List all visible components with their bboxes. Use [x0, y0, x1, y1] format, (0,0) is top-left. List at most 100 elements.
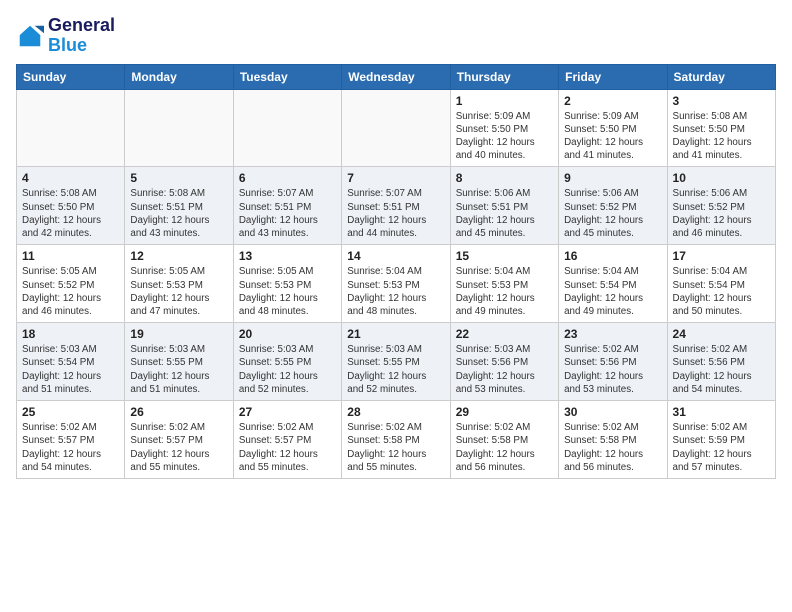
weekday-header-wednesday: Wednesday [342, 64, 450, 89]
calendar-cell: 12 Sunrise: 5:05 AM Sunset: 5:53 PM Dayli… [125, 245, 233, 323]
day-info: Sunrise: 5:02 AM Sunset: 5:57 PM Dayligh… [130, 421, 227, 474]
day-number: 26 [130, 405, 227, 419]
calendar-cell: 13 Sunrise: 5:05 AM Sunset: 5:53 PM Dayli… [233, 245, 341, 323]
day-number: 6 [239, 171, 336, 185]
calendar-cell: 1 Sunrise: 5:09 AM Sunset: 5:50 PM Daylig… [450, 89, 558, 167]
day-number: 5 [130, 171, 227, 185]
calendar-cell: 5 Sunrise: 5:08 AM Sunset: 5:51 PM Daylig… [125, 167, 233, 245]
calendar-table: SundayMondayTuesdayWednesdayThursdayFrid… [16, 64, 776, 479]
calendar-cell: 30Sunrise: 5:02 AM Sunset: 5:58 PM Dayli… [559, 401, 667, 479]
weekday-header-monday: Monday [125, 64, 233, 89]
day-info: Sunrise: 5:04 AM Sunset: 5:53 PM Dayligh… [347, 265, 444, 318]
day-number: 10 [673, 171, 770, 185]
day-info: Sunrise: 5:03 AM Sunset: 5:55 PM Dayligh… [347, 343, 444, 396]
day-info: Sunrise: 5:02 AM Sunset: 5:56 PM Dayligh… [673, 343, 770, 396]
day-info: Sunrise: 5:08 AM Sunset: 5:51 PM Dayligh… [130, 187, 227, 240]
weekday-header-saturday: Saturday [667, 64, 775, 89]
day-number: 29 [456, 405, 553, 419]
calendar-cell [125, 89, 233, 167]
day-number: 13 [239, 249, 336, 263]
day-info: Sunrise: 5:04 AM Sunset: 5:54 PM Dayligh… [564, 265, 661, 318]
day-number: 22 [456, 327, 553, 341]
page-header: General Blue [16, 16, 776, 56]
logo-general: General [48, 16, 115, 36]
day-number: 3 [673, 94, 770, 108]
day-number: 8 [456, 171, 553, 185]
day-number: 7 [347, 171, 444, 185]
day-info: Sunrise: 5:02 AM Sunset: 5:59 PM Dayligh… [673, 421, 770, 474]
calendar-body: 1 Sunrise: 5:09 AM Sunset: 5:50 PM Daylig… [17, 89, 776, 478]
day-info: Sunrise: 5:03 AM Sunset: 5:54 PM Dayligh… [22, 343, 119, 396]
calendar-cell: 17 Sunrise: 5:04 AM Sunset: 5:54 PM Dayli… [667, 245, 775, 323]
calendar-cell: 25 Sunrise: 5:02 AM Sunset: 5:57 PM Dayli… [17, 401, 125, 479]
calendar-cell: 10 Sunrise: 5:06 AM Sunset: 5:52 PM Dayli… [667, 167, 775, 245]
day-info: Sunrise: 5:07 AM Sunset: 5:51 PM Dayligh… [347, 187, 444, 240]
day-number: 16 [564, 249, 661, 263]
day-info: Sunrise: 5:09 AM Sunset: 5:50 PM Dayligh… [456, 110, 553, 163]
day-info: Sunrise: 5:06 AM Sunset: 5:52 PM Dayligh… [673, 187, 770, 240]
day-info: Sunrise: 5:07 AM Sunset: 5:51 PM Dayligh… [239, 187, 336, 240]
day-number: 25 [22, 405, 119, 419]
day-number: 12 [130, 249, 227, 263]
day-info: Sunrise: 5:05 AM Sunset: 5:53 PM Dayligh… [130, 265, 227, 318]
calendar-cell: 9Sunrise: 5:06 AM Sunset: 5:52 PM Daylig… [559, 167, 667, 245]
logo-icon [16, 22, 44, 50]
logo: General Blue [16, 16, 115, 56]
week-row-3: 11Sunrise: 5:05 AM Sunset: 5:52 PM Dayli… [17, 245, 776, 323]
day-info: Sunrise: 5:02 AM Sunset: 5:58 PM Dayligh… [347, 421, 444, 474]
calendar-cell: 6 Sunrise: 5:07 AM Sunset: 5:51 PM Daylig… [233, 167, 341, 245]
day-number: 31 [673, 405, 770, 419]
calendar-cell: 26 Sunrise: 5:02 AM Sunset: 5:57 PM Dayli… [125, 401, 233, 479]
calendar-cell: 8Sunrise: 5:06 AM Sunset: 5:51 PM Daylig… [450, 167, 558, 245]
day-number: 14 [347, 249, 444, 263]
weekday-header-thursday: Thursday [450, 64, 558, 89]
calendar-cell: 21 Sunrise: 5:03 AM Sunset: 5:55 PM Dayli… [342, 323, 450, 401]
day-number: 11 [22, 249, 119, 263]
day-info: Sunrise: 5:05 AM Sunset: 5:53 PM Dayligh… [239, 265, 336, 318]
day-number: 24 [673, 327, 770, 341]
weekday-header-sunday: Sunday [17, 64, 125, 89]
day-info: Sunrise: 5:08 AM Sunset: 5:50 PM Dayligh… [673, 110, 770, 163]
calendar-cell: 18Sunrise: 5:03 AM Sunset: 5:54 PM Dayli… [17, 323, 125, 401]
day-number: 9 [564, 171, 661, 185]
calendar-cell: 19Sunrise: 5:03 AM Sunset: 5:55 PM Dayli… [125, 323, 233, 401]
calendar-cell: 15Sunrise: 5:04 AM Sunset: 5:53 PM Dayli… [450, 245, 558, 323]
calendar-cell: 27Sunrise: 5:02 AM Sunset: 5:57 PM Dayli… [233, 401, 341, 479]
calendar-cell: 31 Sunrise: 5:02 AM Sunset: 5:59 PM Dayli… [667, 401, 775, 479]
day-info: Sunrise: 5:08 AM Sunset: 5:50 PM Dayligh… [22, 187, 119, 240]
day-info: Sunrise: 5:03 AM Sunset: 5:56 PM Dayligh… [456, 343, 553, 396]
day-info: Sunrise: 5:04 AM Sunset: 5:54 PM Dayligh… [673, 265, 770, 318]
calendar-cell: 20 Sunrise: 5:03 AM Sunset: 5:55 PM Dayli… [233, 323, 341, 401]
calendar-cell: 28 Sunrise: 5:02 AM Sunset: 5:58 PM Dayli… [342, 401, 450, 479]
day-number: 23 [564, 327, 661, 341]
weekday-header-tuesday: Tuesday [233, 64, 341, 89]
weekday-header-row: SundayMondayTuesdayWednesdayThursdayFrid… [17, 64, 776, 89]
calendar-cell [342, 89, 450, 167]
day-info: Sunrise: 5:02 AM Sunset: 5:56 PM Dayligh… [564, 343, 661, 396]
calendar-cell: 2Sunrise: 5:09 AM Sunset: 5:50 PM Daylig… [559, 89, 667, 167]
logo-blue: Blue [48, 36, 115, 56]
day-number: 17 [673, 249, 770, 263]
week-row-2: 4 Sunrise: 5:08 AM Sunset: 5:50 PM Daylig… [17, 167, 776, 245]
week-row-4: 18Sunrise: 5:03 AM Sunset: 5:54 PM Dayli… [17, 323, 776, 401]
weekday-header-friday: Friday [559, 64, 667, 89]
day-info: Sunrise: 5:02 AM Sunset: 5:58 PM Dayligh… [456, 421, 553, 474]
day-info: Sunrise: 5:02 AM Sunset: 5:57 PM Dayligh… [22, 421, 119, 474]
day-info: Sunrise: 5:02 AM Sunset: 5:57 PM Dayligh… [239, 421, 336, 474]
calendar-cell: 22 Sunrise: 5:03 AM Sunset: 5:56 PM Dayli… [450, 323, 558, 401]
day-number: 28 [347, 405, 444, 419]
day-number: 1 [456, 94, 553, 108]
day-number: 21 [347, 327, 444, 341]
day-info: Sunrise: 5:03 AM Sunset: 5:55 PM Dayligh… [239, 343, 336, 396]
day-number: 19 [130, 327, 227, 341]
day-info: Sunrise: 5:02 AM Sunset: 5:58 PM Dayligh… [564, 421, 661, 474]
calendar-cell: 7 Sunrise: 5:07 AM Sunset: 5:51 PM Daylig… [342, 167, 450, 245]
calendar-cell: 11Sunrise: 5:05 AM Sunset: 5:52 PM Dayli… [17, 245, 125, 323]
calendar-cell: 23 Sunrise: 5:02 AM Sunset: 5:56 PM Dayli… [559, 323, 667, 401]
day-number: 15 [456, 249, 553, 263]
calendar-cell: 24 Sunrise: 5:02 AM Sunset: 5:56 PM Dayli… [667, 323, 775, 401]
day-number: 20 [239, 327, 336, 341]
calendar-cell: 4 Sunrise: 5:08 AM Sunset: 5:50 PM Daylig… [17, 167, 125, 245]
day-number: 4 [22, 171, 119, 185]
day-number: 2 [564, 94, 661, 108]
